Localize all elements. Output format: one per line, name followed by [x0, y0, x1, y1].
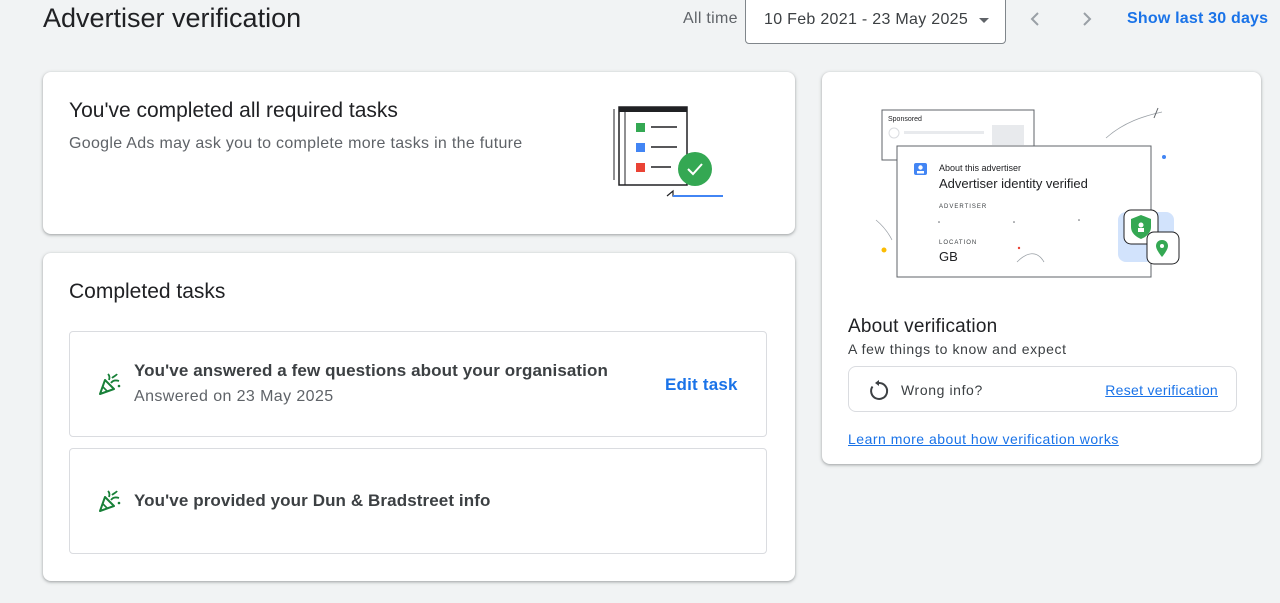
reset-verification-link[interactable]: Reset verification — [1105, 382, 1218, 398]
verification-illustration: Sponsored About this advertiser Advertis… — [875, 107, 1180, 278]
required-tasks-subtitle: Google Ads may ask you to complete more … — [69, 135, 523, 152]
about-verification-card: Sponsored About this advertiser Advertis… — [822, 72, 1261, 464]
edit-task-button[interactable]: Edit task — [665, 375, 738, 395]
chevron-left-icon — [1030, 12, 1039, 26]
show-last-30-days-link[interactable]: Show last 30 days — [1127, 10, 1268, 28]
previous-period-button[interactable] — [1020, 4, 1050, 34]
completed-tasks-card: Completed tasks You've answered a few qu… — [43, 253, 795, 581]
svg-text:GB: GB — [939, 249, 958, 264]
celebration-icon — [99, 373, 121, 395]
wrong-info-label: Wrong info? — [901, 382, 983, 398]
svg-text:About this advertiser: About this advertiser — [939, 163, 1021, 173]
next-period-button[interactable] — [1072, 4, 1102, 34]
page-title: Advertiser verification — [43, 3, 302, 33]
date-range-value: 10 Feb 2021 - 23 May 2025 — [764, 11, 969, 28]
svg-text:Advertiser identity verified: Advertiser identity verified — [939, 176, 1088, 191]
svg-text:ADVERTISER: ADVERTISER — [939, 204, 987, 210]
task-title: You've answered a few questions about yo… — [134, 361, 608, 380]
period-label: All time — [683, 10, 738, 27]
reset-icon — [870, 380, 889, 400]
svg-text:LOCATION: LOCATION — [939, 240, 977, 246]
about-verification-title: About verification — [848, 316, 998, 337]
wrong-info-box: Wrong info? Reset verification — [848, 366, 1237, 412]
svg-text:Sponsored: Sponsored — [888, 116, 922, 123]
dropdown-arrow-icon — [979, 18, 989, 23]
learn-more-link[interactable]: Learn more about how verification works — [848, 431, 1119, 447]
chevron-right-icon — [1083, 12, 1092, 26]
task-date: Answered on 23 May 2025 — [134, 388, 334, 405]
required-tasks-title: You've completed all required tasks — [69, 99, 398, 122]
celebration-icon — [99, 490, 121, 512]
checklist-illustration — [613, 106, 723, 197]
about-verification-subtitle: A few things to know and expect — [848, 341, 1067, 357]
completed-tasks-title: Completed tasks — [69, 280, 226, 303]
completed-task-item: You've provided your Dun & Bradstreet in… — [69, 448, 767, 554]
required-tasks-card: You've completed all required tasks Goog… — [43, 72, 795, 234]
completed-task-item: You've answered a few questions about yo… — [69, 331, 767, 437]
date-range-select[interactable]: 10 Feb 2021 - 23 May 2025 — [745, 0, 1006, 44]
task-title: You've provided your Dun & Bradstreet in… — [134, 491, 491, 510]
